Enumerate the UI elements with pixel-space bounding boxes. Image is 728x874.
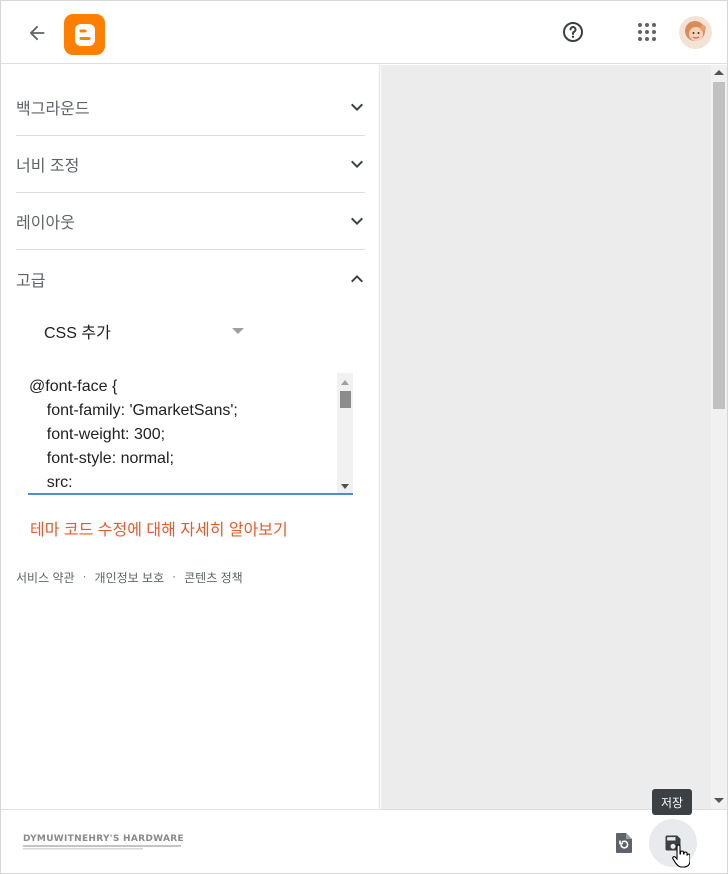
css-line: font-weight: 300; <box>29 426 166 443</box>
back-button[interactable] <box>23 19 51 47</box>
css-line: font-style: normal; <box>29 450 174 467</box>
section-label: 백그라운드 <box>16 101 90 118</box>
textarea-scrollbar[interactable] <box>337 373 353 493</box>
scrollbar-thumb[interactable] <box>340 391 351 408</box>
section-background[interactable]: 백그라운드 <box>16 79 365 136</box>
chevron-up-icon <box>345 267 369 291</box>
scrollbar-thumb[interactable] <box>713 82 725 409</box>
scroll-down-arrow-icon[interactable] <box>337 479 353 493</box>
css-line: @font-face { <box>29 378 118 395</box>
preview-scrollbar[interactable] <box>711 65 727 809</box>
footer-links: 서비스 약관 · 개인정보 보호 · 콘텐츠 정책 <box>16 569 243 586</box>
chevron-down-icon <box>345 152 369 176</box>
blogger-logo-icon[interactable] <box>64 14 105 55</box>
svg-text:DYMUWITNEHRY'S HARDWARE SECTOR: DYMUWITNEHRY'S HARDWARE SECTOR <box>23 834 183 844</box>
terms-link[interactable]: 서비스 약관 <box>16 569 75 586</box>
chevron-down-icon <box>345 209 369 233</box>
revert-button[interactable] <box>611 830 637 856</box>
section-label: 너비 조정 <box>16 158 80 175</box>
dropdown-caret-icon <box>232 328 244 334</box>
apps-grid-icon <box>638 23 656 41</box>
section-label: 고급 <box>16 272 46 290</box>
advanced-option-select[interactable]: CSS 추가 <box>44 315 254 347</box>
section-width-adjust[interactable]: 너비 조정 <box>16 136 365 193</box>
scroll-up-arrow-icon[interactable] <box>337 375 353 389</box>
chevron-down-icon <box>345 95 369 119</box>
select-value: CSS 추가 <box>44 325 111 342</box>
separator: · <box>82 569 87 583</box>
arrow-left-icon <box>29 25 45 41</box>
blog-preview-area <box>381 65 712 809</box>
bottom-action-bar: DYMUWITNEHRY'S HARDWARE SECTOR <box>1 809 727 873</box>
css-line: font-family: 'GmarketSans'; <box>29 402 238 419</box>
user-avatar-image <box>679 16 712 49</box>
scroll-up-arrow-icon[interactable] <box>714 70 724 75</box>
section-layout[interactable]: 레이아웃 <box>16 193 365 250</box>
revert-icon <box>616 833 632 853</box>
top-app-bar <box>1 1 727 64</box>
css-code: @font-face { font-family: 'GmarketSans';… <box>29 375 334 493</box>
avatar[interactable] <box>679 16 712 49</box>
help-circle-icon <box>563 22 583 42</box>
theme-settings-panel: 백그라운드 너비 조정 레이아웃 고급 CSS 추가 @font-face { … <box>1 65 380 809</box>
section-advanced[interactable]: 고급 <box>16 250 365 307</box>
help-button[interactable] <box>559 18 587 46</box>
hand-cursor-icon <box>672 844 691 873</box>
watermark-logo: DYMUWITNEHRY'S HARDWARE SECTOR <box>23 831 229 856</box>
blogger-b-glyph <box>74 23 95 46</box>
section-label: 레이아웃 <box>16 215 75 232</box>
css-line: src: <box>29 474 73 491</box>
apps-button[interactable] <box>633 18 661 46</box>
separator: · <box>172 569 177 583</box>
privacy-link[interactable]: 개인정보 보호 <box>95 569 165 586</box>
learn-more-link[interactable]: 테마 코드 수정에 대해 자세히 알아보기 <box>30 516 288 540</box>
save-tooltip: 저장 <box>652 789 692 815</box>
scroll-down-arrow-icon[interactable] <box>714 798 724 803</box>
css-textarea[interactable]: @font-face { font-family: 'GmarketSans';… <box>28 373 353 495</box>
content-policy-link[interactable]: 콘텐츠 정책 <box>184 569 243 586</box>
